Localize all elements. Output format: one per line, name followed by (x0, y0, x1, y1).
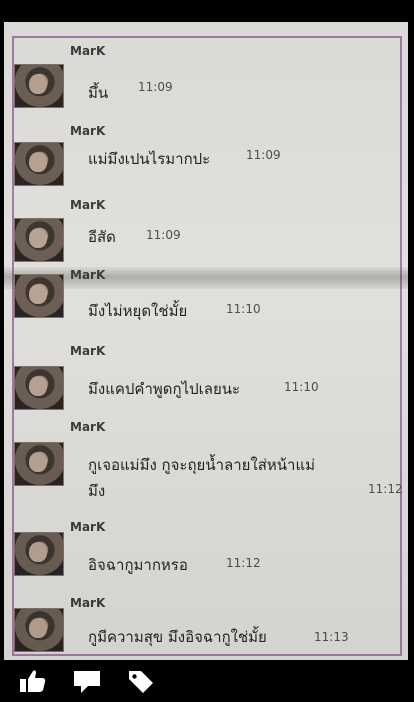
chat-message: MarK มึ้น 11:09 (4, 40, 408, 120)
photo-paper: MarK มึ้น 11:09 MarK แม่มึงเปนไรมากปะ 11… (4, 22, 408, 660)
message-text: มึงไม่หยุดใช่มั้ย (88, 302, 188, 320)
avatar (14, 142, 64, 186)
message-text: กูมีความสุข มึงอิจฉากูใช่มั้ย (88, 628, 267, 646)
chat-message: MarK อีสัด 11:09 (4, 194, 408, 274)
avatar (14, 608, 64, 652)
avatar-face (29, 74, 47, 94)
avatar-face (29, 542, 47, 562)
message-text: มึ้น (88, 84, 109, 102)
avatar (14, 64, 64, 108)
chat-message: MarK แม่มึงเปนไรมากปะ 11:09 (4, 120, 408, 200)
sender-name: MarK (70, 420, 106, 434)
message-text: แม่มึงเปนไรมากปะ (88, 150, 211, 168)
chat-message: MarK มึงแคปคำพูดกูไปเลยนะ 11:10 (4, 344, 408, 424)
message-time: 11:10 (284, 380, 319, 394)
sender-name: MarK (70, 520, 106, 534)
like-icon[interactable] (18, 668, 48, 694)
chat-message: MarK มึงไม่หยุดใช่มั้ย 11:10 (4, 268, 408, 348)
avatar (14, 218, 64, 262)
avatar-face (29, 618, 47, 638)
sender-name: MarK (70, 268, 106, 282)
sender-name: MarK (70, 596, 106, 610)
chat-message: MarK กูมีความสุข มึงอิจฉากูใช่มั้ย 11:13 (4, 596, 408, 660)
avatar (14, 366, 64, 410)
message-time: 11:10 (226, 302, 261, 316)
message-time: 11:09 (246, 148, 281, 162)
message-text: มึงแคปคำพูดกูไปเลยนะ (88, 380, 241, 398)
avatar-face (29, 228, 47, 248)
sender-name: MarK (70, 198, 106, 212)
avatar-face (29, 452, 47, 472)
chat-message: MarK อิจฉากูมากหรอ 11:12 (4, 520, 408, 600)
chat-message: MarK กูเจอแม่มึง กูจะถุยน้ำลายใส่หน้าแม่… (4, 420, 408, 520)
comment-icon[interactable] (72, 668, 102, 694)
message-time: 11:12 (368, 482, 403, 496)
avatar-face (29, 152, 47, 172)
avatar (14, 532, 64, 576)
message-text: มึง (88, 482, 106, 500)
avatar (14, 274, 64, 318)
sender-name: MarK (70, 344, 106, 358)
message-time: 11:13 (314, 630, 349, 644)
sender-name: MarK (70, 124, 106, 138)
sender-name: MarK (70, 44, 106, 58)
avatar-face (29, 376, 47, 396)
message-text: กูเจอแม่มึง กูจะถุยน้ำลายใส่หน้าแม่ (88, 456, 316, 474)
message-text: อิจฉากูมากหรอ (88, 556, 188, 574)
tag-icon[interactable] (126, 668, 156, 694)
message-time: 11:12 (226, 556, 261, 570)
avatar-face (29, 284, 47, 304)
message-text: อีสัด (88, 228, 116, 246)
photo-action-bar (0, 660, 414, 702)
avatar (14, 442, 64, 486)
message-time: 11:09 (138, 80, 173, 94)
message-time: 11:09 (146, 228, 181, 242)
